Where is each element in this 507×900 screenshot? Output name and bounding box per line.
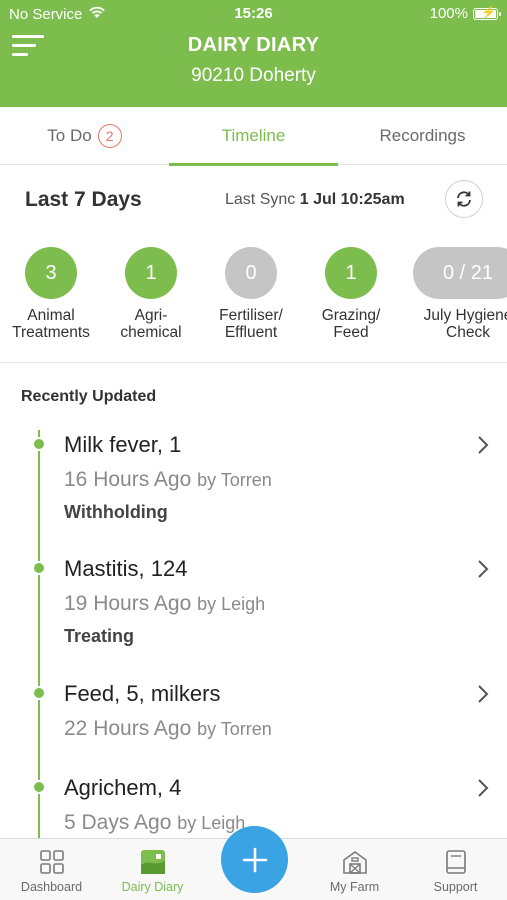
entry-status: Treating	[64, 626, 135, 646]
tab-todo[interactable]: To Do 2	[0, 107, 169, 165]
chevron-right-icon	[478, 685, 489, 703]
refresh-icon	[457, 191, 471, 207]
tab-recordings-label: Recordings	[379, 126, 466, 145]
nav-support[interactable]: Support	[405, 839, 506, 900]
category-summary: 3 Animal Treatments 1 Agri- chemical 0 F…	[0, 235, 507, 363]
period-title: Last 7 Days	[25, 188, 142, 211]
category-label: Animal Treatments	[12, 307, 90, 341]
timeline-dot	[32, 780, 46, 794]
category-animal-treatments[interactable]: 3 Animal Treatments	[1, 247, 101, 341]
entry-author: by Torren	[197, 470, 272, 490]
entry-time: 5 Days Ago by Leigh	[64, 811, 245, 835]
category-count: 0 / 21	[413, 247, 507, 299]
entry-author: by Leigh	[177, 813, 246, 833]
timeline-entry[interactable]: Milk fever, 1 16 Hours Ago by Torren Wit…	[0, 420, 507, 544]
entry-time-ago: 5 Days Ago	[64, 811, 172, 834]
chevron-right-icon	[478, 560, 489, 578]
category-label: Grazing/ Feed	[321, 307, 381, 341]
tab-timeline-label: Timeline	[221, 126, 286, 145]
last-sync-value: 1 Jul 10:25am	[299, 191, 405, 208]
nav-dairy-diary[interactable]: Dairy Diary	[102, 839, 203, 900]
chevron-right-icon	[478, 436, 489, 454]
todo-count-badge: 2	[97, 124, 122, 148]
category-count: 1	[125, 247, 177, 299]
timeline-dot	[32, 561, 46, 575]
entry-time-ago: 16 Hours Ago	[64, 468, 192, 491]
sync-button[interactable]	[445, 180, 483, 218]
tab-recordings[interactable]: Recordings	[338, 107, 507, 165]
nav-label: Dairy Diary	[121, 880, 184, 894]
entry-time: 19 Hours Ago by Leigh	[64, 592, 265, 616]
category-label: July Hygiene Check	[423, 307, 507, 341]
tab-todo-label: To Do	[47, 126, 92, 145]
category-grazing-feed[interactable]: 1 Grazing/ Feed	[301, 247, 401, 341]
entry-title: Feed, 5, milkers	[64, 681, 221, 706]
battery-icon: ⚡	[473, 6, 501, 20]
battery-percent: 100%	[429, 5, 468, 22]
app-title: DAIRY DIARY	[187, 34, 320, 56]
barn-icon	[343, 851, 367, 874]
category-label: Agri- chemical	[120, 307, 182, 341]
last-sync: Last Sync 1 Jul 10:25am	[225, 191, 405, 209]
entry-author: by Leigh	[197, 594, 266, 614]
status-bar: No Service 15:26 100% ⚡	[0, 0, 507, 28]
nav-label: Support	[433, 880, 478, 894]
category-agrichemical[interactable]: 1 Agri- chemical	[101, 247, 201, 341]
book-icon	[446, 850, 466, 874]
timeline-entry[interactable]: Mastitis, 124 19 Hours Ago by Leigh Trea…	[0, 544, 507, 668]
period-row: Last 7 Days Last Sync 1 Jul 10:25am	[0, 165, 507, 235]
plus-icon	[242, 847, 267, 872]
entry-title: Mastitis, 124	[64, 556, 188, 581]
category-count: 0	[225, 247, 277, 299]
add-record-button[interactable]	[221, 826, 288, 893]
tab-bar: To Do 2 Timeline Recordings	[0, 107, 507, 166]
nav-label: My Farm	[329, 880, 380, 894]
entry-title: Milk fever, 1	[64, 432, 182, 457]
timeline-entry[interactable]: Feed, 5, milkers 22 Hours Ago by Torren	[0, 669, 507, 763]
timeline-list: Milk fever, 1 16 Hours Ago by Torren Wit…	[0, 420, 507, 838]
nav-label: Dashboard	[20, 880, 83, 894]
entry-time-ago: 22 Hours Ago	[64, 717, 192, 740]
category-count: 1	[325, 247, 377, 299]
timeline-dot	[32, 437, 46, 451]
entry-status: Withholding	[64, 502, 168, 522]
category-fertiliser-effluent[interactable]: 0 Fertiliser/ Effluent	[201, 247, 301, 341]
timeline-dot	[32, 686, 46, 700]
nav-my-farm[interactable]: My Farm	[304, 839, 405, 900]
farm-name: 90210 Doherty	[191, 65, 316, 86]
entry-time-ago: 19 Hours Ago	[64, 592, 192, 615]
category-count: 3	[25, 247, 77, 299]
last-sync-label: Last Sync	[225, 191, 296, 208]
recently-updated-heading: Recently Updated	[21, 388, 157, 405]
category-july-hygiene-check[interactable]: 0 / 21 July Hygiene Check	[409, 247, 507, 341]
entry-time: 22 Hours Ago by Torren	[64, 717, 272, 741]
nav-dashboard[interactable]: Dashboard	[1, 839, 102, 900]
entry-time: 16 Hours Ago by Torren	[64, 468, 272, 492]
entry-title: Agrichem, 4	[64, 775, 182, 800]
entry-author: by Torren	[197, 719, 272, 739]
category-label: Fertiliser/ Effluent	[219, 307, 283, 341]
chevron-right-icon	[478, 779, 489, 797]
app-header: No Service 15:26 100% ⚡ DAIRY DIARY 9021…	[0, 0, 507, 107]
grid-icon	[40, 850, 64, 874]
diary-icon	[141, 850, 165, 874]
tab-timeline[interactable]: Timeline	[169, 107, 338, 166]
